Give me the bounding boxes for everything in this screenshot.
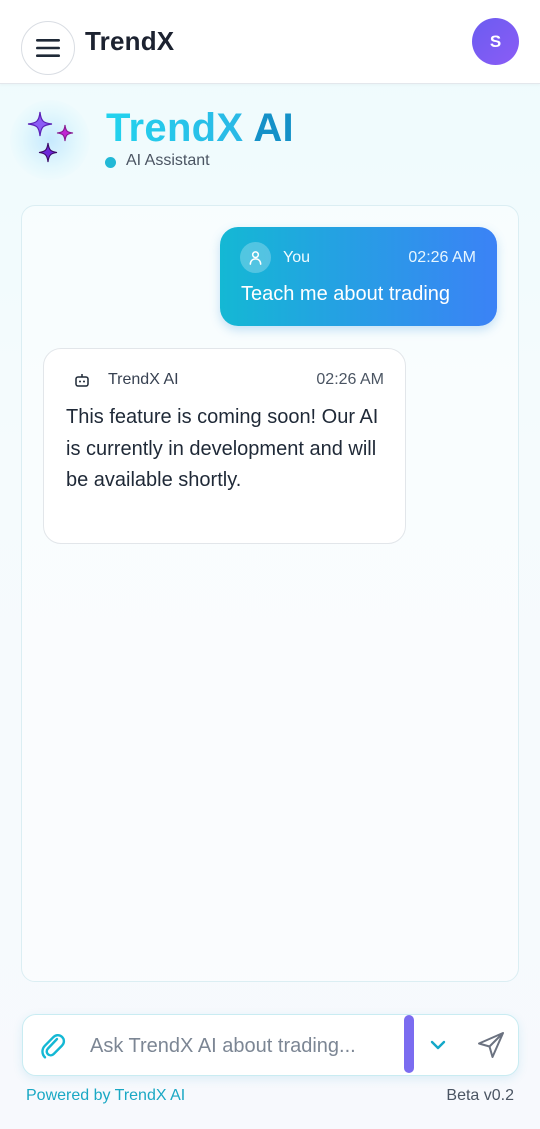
version-label: Beta v0.2 <box>446 1087 514 1104</box>
sparkles-icon <box>27 111 74 163</box>
user-avatar-badge <box>240 242 271 273</box>
top-bar: TrendX S <box>0 0 540 84</box>
assistant-status-label: AI Assistant <box>126 152 210 169</box>
ai-message-sender: TrendX AI <box>108 371 179 388</box>
hero-title-brand: TrendX <box>106 106 244 150</box>
powered-by-text[interactable]: Powered by TrendX AI <box>26 1087 185 1105</box>
paperclip-icon[interactable] <box>37 1030 69 1062</box>
user-icon <box>249 251 262 265</box>
menu-button[interactable] <box>21 21 75 75</box>
hero-title: TrendX AI <box>106 104 294 152</box>
user-message-sender: You <box>283 249 310 266</box>
ai-message-bubble: TrendX AI 02:26 AM This feature is comin… <box>43 348 406 544</box>
ai-message-text: This feature is coming soon! Our AI is c… <box>66 406 379 491</box>
input-scroll-thumb[interactable] <box>404 1015 414 1073</box>
online-status-dot <box>105 157 116 168</box>
user-avatar[interactable]: S <box>472 18 519 65</box>
hero-title-ai: AI <box>253 106 294 150</box>
brand-logo-text[interactable]: TrendX <box>85 26 174 57</box>
chevron-down-icon[interactable] <box>424 1031 452 1059</box>
user-message-bubble: You 02:26 AM Teach me about trading <box>220 227 497 326</box>
message-composer <box>22 1014 519 1076</box>
user-message-text: Teach me about trading <box>241 283 451 305</box>
bot-icon <box>75 374 89 387</box>
chat-input[interactable] <box>90 1027 400 1065</box>
send-icon[interactable] <box>475 1029 507 1061</box>
ai-message-time: 02:26 AM <box>316 371 384 388</box>
hamburger-menu-icon <box>36 39 60 57</box>
user-message-time: 02:26 AM <box>408 249 476 266</box>
